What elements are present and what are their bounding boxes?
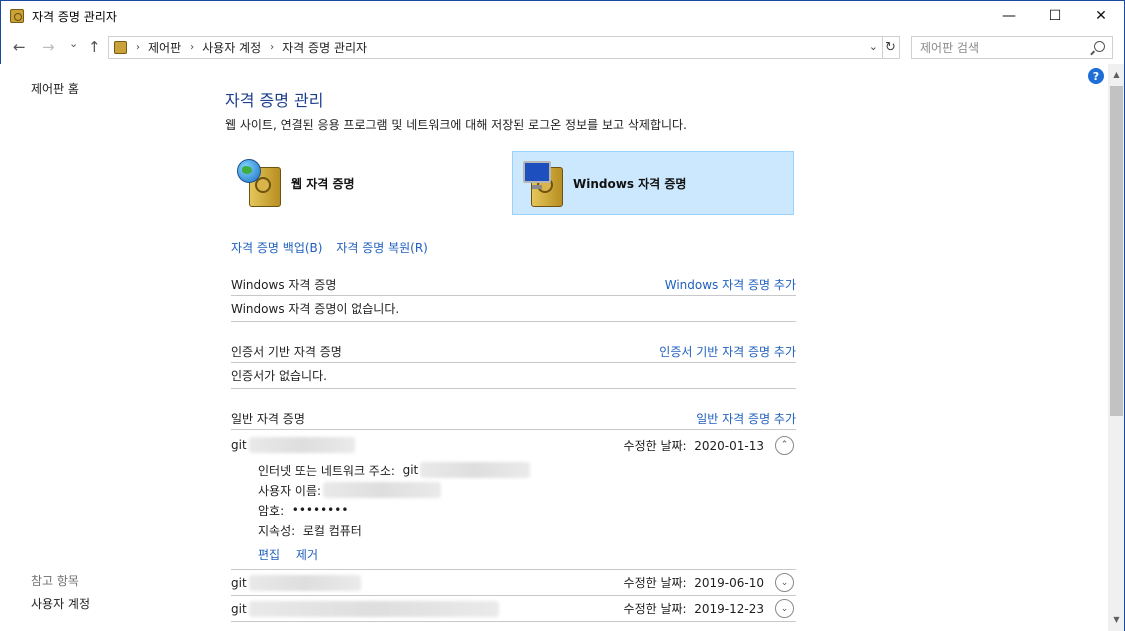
password-value: ••••••••	[291, 503, 349, 517]
maximize-button[interactable]: ☐	[1032, 1, 1078, 31]
backup-credentials-link[interactable]: 자격 증명 백업(B)	[231, 241, 322, 255]
windows-credential-icon	[517, 157, 569, 209]
windows-credentials-label: Windows 자격 증명	[573, 176, 687, 191]
add-windows-credential-link[interactable]: Windows 자격 증명 추가	[665, 276, 796, 293]
search-input[interactable]	[920, 40, 1080, 55]
restore-credentials-link[interactable]: 자격 증명 복원(R)	[336, 241, 428, 255]
certificate-credentials-section: 인증서 기반 자격 증명 인증서 기반 자격 증명 추가 인증서가 없습니다.	[231, 341, 796, 389]
section-title: Windows 자격 증명	[231, 278, 337, 292]
username-label: 사용자 이름:	[258, 483, 322, 498]
address-value: git	[402, 463, 419, 477]
edit-credential-link[interactable]: 편집	[258, 548, 280, 562]
search-icon[interactable]	[1094, 41, 1105, 52]
minimize-button[interactable]: —	[986, 1, 1032, 31]
control-panel-home-link[interactable]: 제어판 홈	[31, 80, 79, 97]
close-button[interactable]: ✕	[1078, 1, 1124, 31]
collapse-chevron-icon[interactable]: ⌃	[775, 435, 794, 455]
user-accounts-link[interactable]: 사용자 계정	[31, 595, 90, 612]
up-button[interactable]: ↑	[88, 38, 101, 56]
credential-row[interactable]: git 수정한 날짜: 2020-01-13 ⌃	[231, 432, 796, 458]
search-box[interactable]	[911, 36, 1113, 59]
section-title: 인증서 기반 자격 증명	[231, 345, 342, 359]
modified-date: 수정한 날짜: 2020-01-13	[623, 438, 764, 453]
credential-details: 인터넷 또는 네트워크 주소: git 사용자 이름: 암호: ••••••••…	[258, 460, 531, 540]
modified-date: 수정한 날짜: 2019-06-10	[623, 576, 764, 590]
credential-row[interactable]: git 수정한 날짜: 2019-06-10 ⌄	[231, 570, 796, 596]
navigation-bar: ← → ⌄ ↑ › 제어판 › 사용자 계정 › 자격 증명 관리자 ⌄ ↻	[0, 31, 1125, 64]
content-area: 제어판 홈 참고 항목 사용자 계정 자격 증명 관리 웹 사이트, 연결된 응…	[1, 64, 1108, 631]
persistence-label: 지속성:	[258, 523, 296, 538]
credential-row[interactable]: git 수정한 날짜: 2019-12-23 ⌄	[231, 596, 796, 622]
breadcrumb-user-accounts[interactable]: 사용자 계정	[202, 39, 261, 56]
breadcrumb-credential-manager[interactable]: 자격 증명 관리자	[282, 39, 367, 56]
see-also-label: 참고 항목	[31, 574, 79, 588]
expand-chevron-icon[interactable]: ⌄	[775, 573, 794, 592]
recent-locations-button[interactable]: ⌄	[69, 37, 78, 50]
window-controls: — ☐ ✕	[986, 1, 1124, 31]
back-button[interactable]: ←	[13, 38, 26, 56]
scroll-down-arrow-icon[interactable]: ▼	[1108, 615, 1125, 627]
chevron-right-icon[interactable]: ›	[136, 42, 140, 53]
forward-button[interactable]: →	[42, 38, 55, 56]
backup-restore-links: 자격 증명 백업(B) 자격 증명 복원(R)	[231, 239, 428, 256]
address-bar[interactable]: › 제어판 › 사용자 계정 › 자격 증명 관리자 ⌄	[108, 36, 883, 59]
breadcrumb-control-panel[interactable]: 제어판	[148, 39, 181, 56]
section-title: 일반 자격 증명	[231, 412, 305, 426]
credential-actions: 편집 제거	[258, 546, 318, 563]
page-title: 자격 증명 관리	[225, 91, 324, 110]
refresh-button[interactable]: ↻	[882, 36, 900, 59]
credential-manager-icon	[114, 41, 127, 54]
web-credentials-label: 웹 자격 증명	[291, 176, 355, 191]
expand-chevron-icon[interactable]: ⌄	[775, 599, 794, 618]
title-bar: 자격 증명 관리자 — ☐ ✕	[0, 0, 1125, 31]
web-credential-icon	[235, 157, 287, 209]
credential-manager-icon	[10, 9, 24, 23]
credential-name: git	[231, 574, 361, 591]
page-description: 웹 사이트, 연결된 응용 프로그램 및 네트워크에 대해 저장된 로그온 정보…	[225, 118, 687, 132]
windows-credentials-section: Windows 자격 증명 Windows 자격 증명 추가 Windows 자…	[231, 274, 796, 322]
empty-message: Windows 자격 증명이 없습니다.	[231, 296, 796, 322]
add-generic-credential-link[interactable]: 일반 자격 증명 추가	[696, 410, 796, 427]
address-label: 인터넷 또는 네트워크 주소:	[258, 463, 395, 478]
credential-name: git	[231, 437, 355, 453]
modified-date: 수정한 날짜: 2019-12-23	[623, 602, 764, 616]
persistence-value: 로컬 컴퓨터	[302, 523, 362, 538]
web-credentials-tile[interactable]: 웹 자격 증명	[231, 151, 513, 215]
empty-message: 인증서가 없습니다.	[231, 363, 796, 389]
scroll-thumb[interactable]	[1110, 86, 1123, 416]
add-certificate-credential-link[interactable]: 인증서 기반 자격 증명 추가	[659, 343, 796, 360]
scroll-up-arrow-icon[interactable]: ▲	[1108, 70, 1125, 82]
address-dropdown-button[interactable]: ⌄	[869, 40, 878, 53]
windows-credentials-tile[interactable]: Windows 자격 증명	[512, 151, 794, 215]
credential-name: git	[231, 600, 499, 617]
remove-credential-link[interactable]: 제거	[296, 548, 318, 562]
password-label: 암호:	[258, 503, 285, 518]
chevron-right-icon[interactable]: ›	[190, 42, 194, 53]
generic-credentials-section: 일반 자격 증명 일반 자격 증명 추가	[231, 408, 796, 430]
help-icon[interactable]: ?	[1088, 68, 1104, 84]
window-title: 자격 증명 관리자	[32, 9, 117, 24]
vertical-scrollbar[interactable]: ▲ ▼	[1108, 64, 1125, 631]
chevron-right-icon[interactable]: ›	[270, 42, 274, 53]
